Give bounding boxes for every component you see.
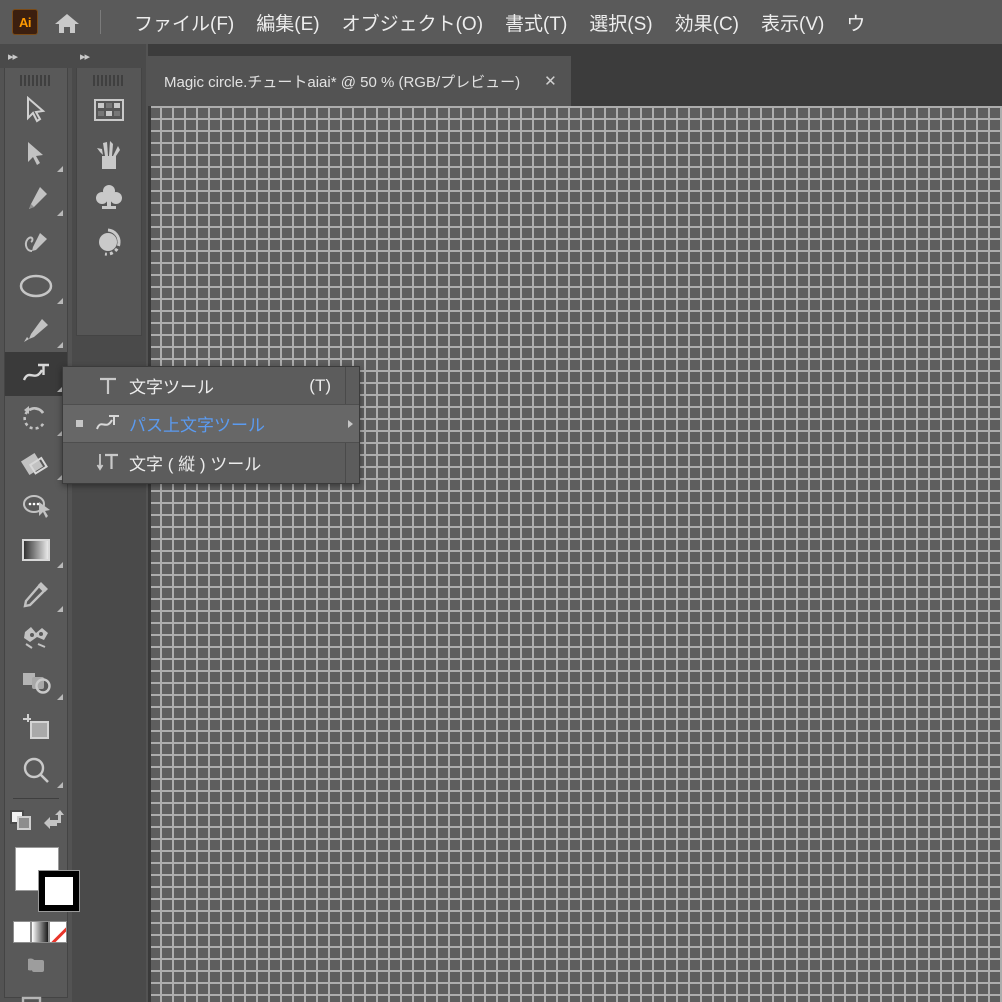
primary-panel-body — [4, 68, 80, 1002]
change-screen-mode-icon[interactable] — [8, 808, 34, 837]
app-logo-icon: Ai — [12, 9, 38, 35]
home-icon[interactable] — [52, 9, 82, 35]
type-on-path-tool[interactable] — [5, 352, 67, 396]
tool-flyout-indicator — [57, 562, 63, 568]
flyout-item-label: パス上文字ツール — [129, 416, 265, 435]
paintbrush-tool[interactable] — [5, 308, 67, 352]
illustrator-window: Magic circle.チュートaiai* @ 50 % (RGB/プレビュー… — [0, 0, 1002, 1002]
rotate-tool[interactable] — [5, 396, 67, 440]
flyout-item-label: 文字ツール — [129, 378, 214, 397]
type-icon — [87, 376, 129, 396]
tool-flyout-indicator — [57, 210, 63, 216]
tool-flyout-indicator — [57, 298, 63, 304]
menu-bar: Ai ファイル(F) 編集(E) オブジェクト(O) 書式(T) 選択(S) 効… — [0, 0, 1002, 44]
toolbar-mini-row — [5, 805, 67, 839]
swap-fill-stroke-icon[interactable] — [40, 809, 64, 836]
tool-flyout-indicator — [57, 694, 63, 700]
lasso-select-tool[interactable] — [5, 484, 67, 528]
menu-item-window[interactable]: ウ — [835, 7, 876, 38]
secondary-tool-panel: ▸▸ — [72, 44, 146, 1002]
shape-builder-tool[interactable] — [5, 440, 67, 484]
swatches-panel-icon[interactable] — [77, 88, 141, 132]
blend-tool[interactable] — [5, 616, 67, 660]
zoom-tool[interactable] — [5, 748, 67, 792]
tool-flyout-indicator — [57, 782, 63, 788]
panel-drag-handle[interactable] — [77, 72, 141, 88]
eyedropper-tool[interactable] — [5, 572, 67, 616]
menu-item-view[interactable]: 表示(V) — [750, 7, 835, 38]
color-swatch[interactable] — [13, 921, 31, 943]
tool-flyout-indicator — [57, 606, 63, 612]
primary-tool-panel: ▸▸ — [0, 44, 80, 1002]
tool-flyout-indicator — [57, 342, 63, 348]
fill-stroke-controls — [5, 843, 80, 915]
color-mode-swatches — [13, 921, 67, 943]
menu-item-effect[interactable]: 効果(C) — [664, 7, 750, 38]
panel-drag-handle[interactable] — [5, 72, 67, 88]
artboard-tool[interactable] — [5, 704, 67, 748]
document-tab-bar: Magic circle.チュートaiai* @ 50 % (RGB/プレビュー… — [148, 44, 1002, 106]
menu-item-file[interactable]: ファイル(F) — [123, 7, 245, 38]
direct-selection-tool[interactable] — [5, 132, 67, 176]
flyout-item-shortcut: (T) — [309, 375, 331, 395]
gradient-swatch[interactable] — [31, 921, 49, 943]
gradient-tool[interactable] — [5, 528, 67, 572]
flyout-item-label: 文字 ( 縦 ) ツール — [129, 454, 262, 474]
symbols-panel-icon[interactable] — [77, 176, 141, 220]
stroke-color-swatch[interactable] — [38, 870, 80, 912]
screen-mode-icon[interactable] — [5, 985, 67, 1002]
chevron-double-right-icon: ▸▸ — [8, 50, 18, 63]
vertical-type-icon — [87, 452, 129, 472]
symbol-sprayer-tool[interactable] — [5, 660, 67, 704]
document-tab-title: Magic circle.チュートaiai* @ 50 % (RGB/プレビュー… — [164, 73, 521, 91]
menu-divider — [100, 10, 101, 34]
toolbar-divider — [13, 798, 59, 799]
type-on-path-icon — [87, 414, 129, 434]
flyout-item-vertical-type-tool[interactable]: 文字 ( 縦 ) ツール — [63, 443, 359, 481]
secondary-panel-collapse-button[interactable]: ▸▸ — [72, 44, 146, 68]
selection-tool[interactable] — [5, 88, 67, 132]
primary-panel-collapse-button[interactable]: ▸▸ — [0, 44, 72, 68]
menu-item-object[interactable]: オブジェクト(O) — [331, 7, 494, 38]
type-tool-flyout-menu: 文字ツール (T) パス上文字ツール 文字 ( 縦 ) ツール — [62, 366, 360, 484]
artboard-canvas[interactable] — [148, 106, 1002, 1002]
pen-tool[interactable] — [5, 176, 67, 220]
graphic-styles-panel-icon[interactable] — [77, 220, 141, 264]
menu-item-edit[interactable]: 編集(E) — [245, 7, 330, 38]
drawing-mode-icon[interactable] — [5, 943, 67, 985]
menu-item-select[interactable]: 選択(S) — [578, 7, 663, 38]
flyout-item-type-on-path-tool[interactable]: パス上文字ツール — [63, 405, 359, 443]
canvas-left-edge — [148, 106, 151, 1002]
chevron-double-right-icon: ▸▸ — [80, 50, 90, 63]
secondary-panel-body — [76, 68, 142, 336]
none-swatch[interactable] — [49, 921, 67, 943]
ellipse-tool[interactable] — [5, 264, 67, 308]
chevron-right-icon — [348, 419, 353, 428]
brushes-panel-icon[interactable] — [77, 132, 141, 176]
flyout-item-type-tool[interactable]: 文字ツール (T) — [63, 367, 359, 405]
menu-item-type[interactable]: 書式(T) — [494, 7, 578, 38]
curvature-tool[interactable] — [5, 220, 67, 264]
flyout-bullet-selected — [71, 420, 87, 427]
tool-flyout-indicator — [57, 166, 63, 172]
close-icon[interactable]: ✕ — [544, 74, 557, 89]
document-tab[interactable]: Magic circle.チュートaiai* @ 50 % (RGB/プレビュー… — [148, 56, 572, 106]
menu-item-list: ファイル(F) 編集(E) オブジェクト(O) 書式(T) 選択(S) 効果(C… — [123, 7, 876, 38]
